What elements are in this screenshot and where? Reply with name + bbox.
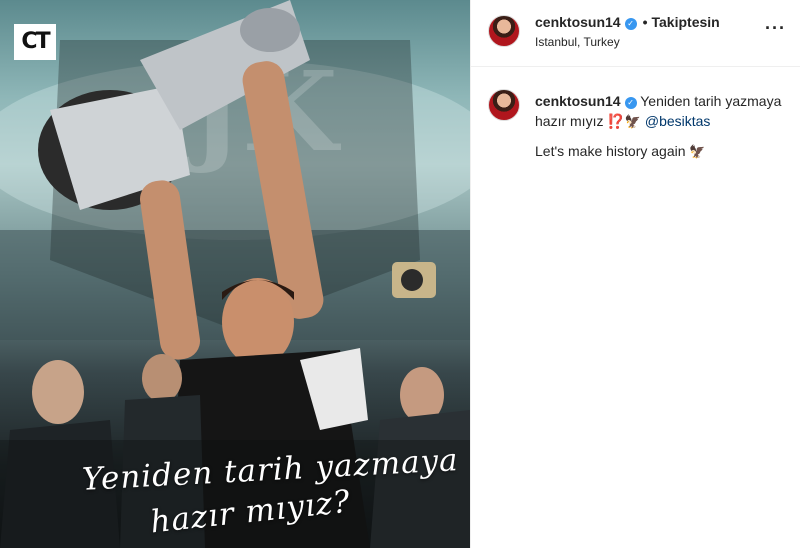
- mention-link[interactable]: @besiktas: [645, 113, 711, 129]
- eagle-emoji-icon: 🦅: [689, 144, 706, 159]
- brand-logo: CT: [14, 24, 56, 60]
- panel-divider: [470, 0, 471, 548]
- header-username[interactable]: cenktosun14: [535, 14, 621, 30]
- comment-username[interactable]: cenktosun14: [535, 93, 621, 109]
- eagle-emoji-icon: 🦅: [624, 114, 641, 129]
- comment-avatar[interactable]: [488, 89, 520, 121]
- comment-second-text: Let's make history again: [535, 143, 686, 159]
- follow-status-button[interactable]: Takiptesin: [652, 14, 720, 30]
- post-header: cenktosun14 ✓ • Takiptesin Istanbul, Turkey…: [471, 0, 800, 67]
- location-link[interactable]: Istanbul, Turkey: [535, 35, 620, 49]
- header-user-line: cenktosun14 ✓ • Takiptesin: [535, 14, 720, 32]
- comment-text: cenktosun14 ✓ Yeniden tarih yazmaya hazır…: [535, 91, 785, 132]
- more-options-icon[interactable]: ···: [765, 18, 786, 39]
- comment-second-line: Let's make history again 🦅: [535, 143, 706, 160]
- verified-badge-icon: ✓: [624, 97, 637, 109]
- avatar[interactable]: [488, 15, 520, 47]
- separator-dot: •: [642, 14, 648, 30]
- verified-badge-icon: ✓: [624, 18, 637, 30]
- post-image[interactable]: JK CT Yeniden tarih yazmaya hazır mıyız?: [0, 0, 470, 548]
